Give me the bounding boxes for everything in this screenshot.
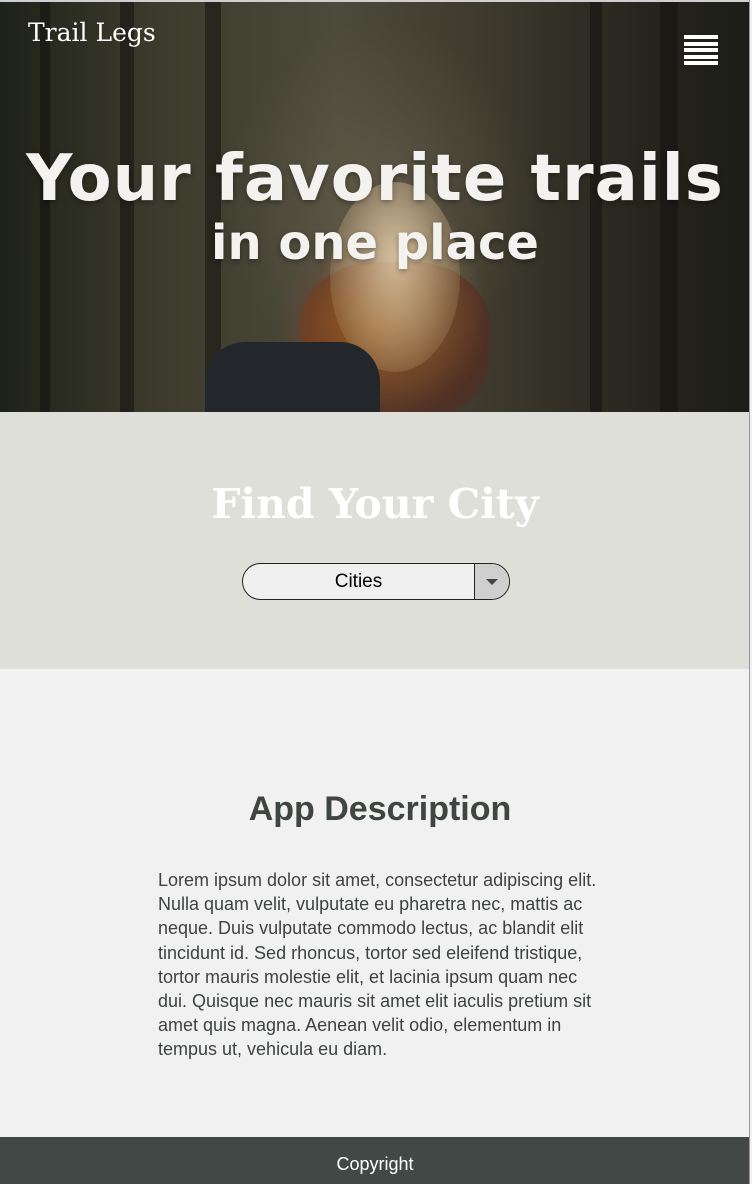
app-description-body: Lorem ipsum dolor sit amet, consectetur … xyxy=(158,870,597,1060)
hero-section: Trail Legs Your favorite trails in one p… xyxy=(0,0,750,412)
cities-select-value: Cities xyxy=(334,570,383,592)
app-description-section: App Description Lorem ipsum dolor sit am… xyxy=(0,669,750,1137)
hero-title: Your favorite trails xyxy=(26,142,724,216)
footer: Copyright xyxy=(0,1137,750,1184)
find-city-title: Find Your City xyxy=(211,480,539,528)
hero-subtitle: in one place xyxy=(211,215,539,271)
find-city-section: Find Your City Cities xyxy=(0,412,750,669)
brand-logo[interactable]: Trail Legs xyxy=(28,18,156,47)
hamburger-menu-icon[interactable] xyxy=(684,35,718,65)
hero-photo-backpack xyxy=(205,342,380,412)
app-description-title: App Description xyxy=(248,790,512,828)
window-edge-divider xyxy=(749,0,750,1184)
copyright-text: Copyright xyxy=(336,1154,414,1174)
cities-select[interactable]: Cities xyxy=(242,563,510,600)
dropdown-arrow-icon[interactable] xyxy=(474,564,509,599)
